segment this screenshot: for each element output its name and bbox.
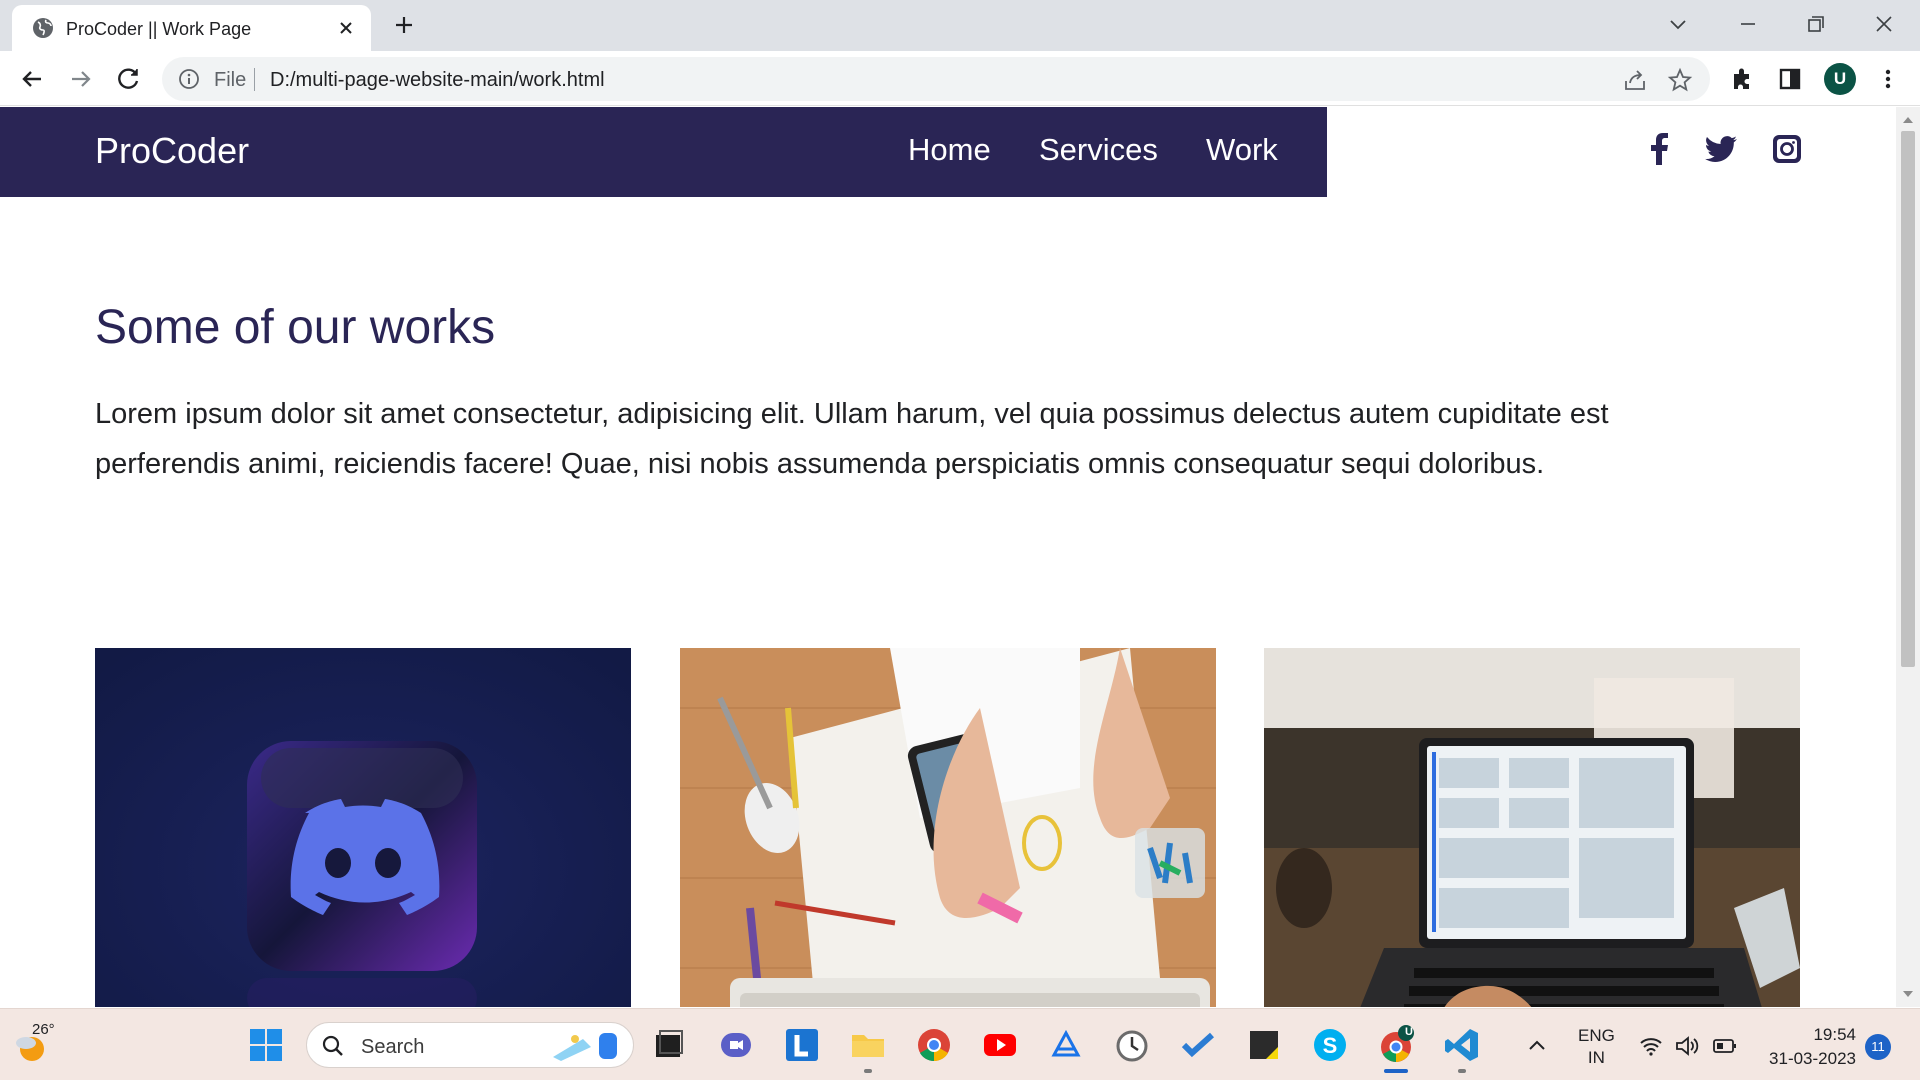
minimize-icon[interactable] (1736, 12, 1760, 36)
address-divider (254, 68, 255, 91)
nav-link-services[interactable]: Services (1039, 132, 1158, 168)
chrome-profile-badge: U (1405, 1026, 1413, 1038)
show-hidden-icons-chevron-icon[interactable] (1526, 1035, 1548, 1057)
file-manager-icon[interactable] (648, 1025, 688, 1065)
file-manager-running-indicator (864, 1069, 872, 1073)
page-heading: Some of our works (95, 301, 496, 354)
volume-icon[interactable] (1674, 1033, 1700, 1059)
tab-title: ProCoder || Work Page (66, 19, 252, 39)
site-logo[interactable]: ProCoder (95, 130, 249, 172)
bookmark-star-icon[interactable] (1667, 67, 1693, 93)
url-text[interactable]: D:/multi-page-website-main/work.html (270, 69, 605, 92)
work-card-dashboard[interactable] (1264, 648, 1800, 1007)
search-highlight-art-icon (553, 1033, 617, 1061)
clock-date: 31-03-2023 (1769, 1049, 1856, 1068)
site-navbar: ProCoder Home Services Work (0, 107, 1327, 197)
facebook-icon[interactable] (1642, 131, 1678, 167)
instagram-icon[interactable] (1769, 131, 1805, 167)
scroll-up-arrow-icon[interactable] (1902, 114, 1914, 126)
back-arrow-icon[interactable] (17, 64, 47, 94)
youtube-icon[interactable] (980, 1025, 1020, 1065)
svg-text:S: S (1323, 1033, 1338, 1058)
address-bar[interactable]: File D:/multi-page-website-main/work.htm… (162, 57, 1710, 101)
notification-badge[interactable]: 11 (1865, 1034, 1891, 1060)
intro-paragraph: Lorem ipsum dolor sit amet consectetur, … (95, 398, 1609, 480)
language-code: ENG (1578, 1026, 1615, 1045)
clock-time: 19:54 (1813, 1025, 1856, 1044)
windows-start-icon[interactable] (248, 1027, 284, 1063)
search-placeholder: Search (361, 1036, 425, 1058)
scroll-thumb[interactable] (1901, 131, 1915, 667)
battery-icon[interactable] (1712, 1033, 1738, 1059)
close-tab-icon[interactable] (335, 17, 357, 39)
chrome-active-indicator (1384, 1069, 1408, 1073)
new-tab-icon[interactable] (392, 13, 416, 37)
taskbar-search[interactable]: Search (306, 1022, 634, 1068)
vector-app-icon[interactable] (1046, 1025, 1086, 1065)
weather-temperature: 26° (32, 1021, 55, 1038)
laptop-dashboard-image (1264, 648, 1800, 1007)
browser-tab-bar: ProCoder || Work Page (0, 0, 1920, 51)
language-indicator[interactable]: ENG IN (1578, 1025, 1615, 1069)
extensions-puzzle-icon[interactable] (1728, 65, 1756, 93)
clock-app-icon[interactable] (1112, 1025, 1152, 1065)
windows-taskbar: 26° Search S U ENG IN 19:54 31-03-2023 1… (0, 1008, 1920, 1080)
skype-icon[interactable]: S (1310, 1025, 1350, 1065)
twitter-icon[interactable] (1703, 131, 1739, 167)
globe-icon (33, 18, 53, 38)
more-menu-icon[interactable] (1874, 65, 1902, 93)
browser-tab[interactable]: ProCoder || Work Page (12, 5, 371, 51)
work-card-discord[interactable] (95, 648, 631, 1007)
work-card-design[interactable] (680, 648, 1216, 1007)
page-scrollbar[interactable] (1896, 107, 1920, 1007)
file-explorer-icon[interactable] (848, 1025, 888, 1065)
vscode-running-indicator (1458, 1069, 1466, 1073)
profile-avatar[interactable]: U (1824, 63, 1856, 95)
tab-search-chevron-icon[interactable] (1666, 12, 1690, 36)
discord-logo-3d-image (95, 648, 631, 1007)
info-icon[interactable] (178, 68, 200, 90)
close-window-icon[interactable] (1872, 12, 1896, 36)
region-code: IN (1587, 1048, 1605, 1067)
page-viewport: ProCoder Home Services Work Some of our … (0, 107, 1896, 1007)
l-app-icon[interactable] (782, 1025, 822, 1065)
sticky-notes-icon[interactable] (1244, 1025, 1284, 1065)
file-scheme-label: File (214, 69, 247, 91)
share-icon[interactable] (1622, 67, 1648, 93)
desk-sketching-phone-image (680, 648, 1216, 1007)
scroll-down-arrow-icon[interactable] (1902, 988, 1914, 1000)
search-icon (322, 1035, 343, 1056)
nav-link-home[interactable]: Home (908, 132, 991, 168)
system-clock[interactable]: 19:54 31-03-2023 (1760, 1023, 1856, 1071)
browser-toolbar: File D:/multi-page-website-main/work.htm… (0, 51, 1920, 106)
restore-icon[interactable] (1804, 12, 1828, 36)
side-panel-icon[interactable] (1776, 65, 1804, 93)
todo-icon[interactable] (1178, 1025, 1218, 1065)
nav-link-work[interactable]: Work (1206, 132, 1278, 168)
wifi-icon[interactable] (1638, 1033, 1664, 1059)
forward-arrow-icon[interactable] (66, 64, 96, 94)
vscode-icon[interactable] (1442, 1025, 1482, 1065)
teams-meet-icon[interactable] (716, 1025, 756, 1065)
reload-icon[interactable] (114, 64, 144, 94)
chrome-icon[interactable] (914, 1025, 954, 1065)
